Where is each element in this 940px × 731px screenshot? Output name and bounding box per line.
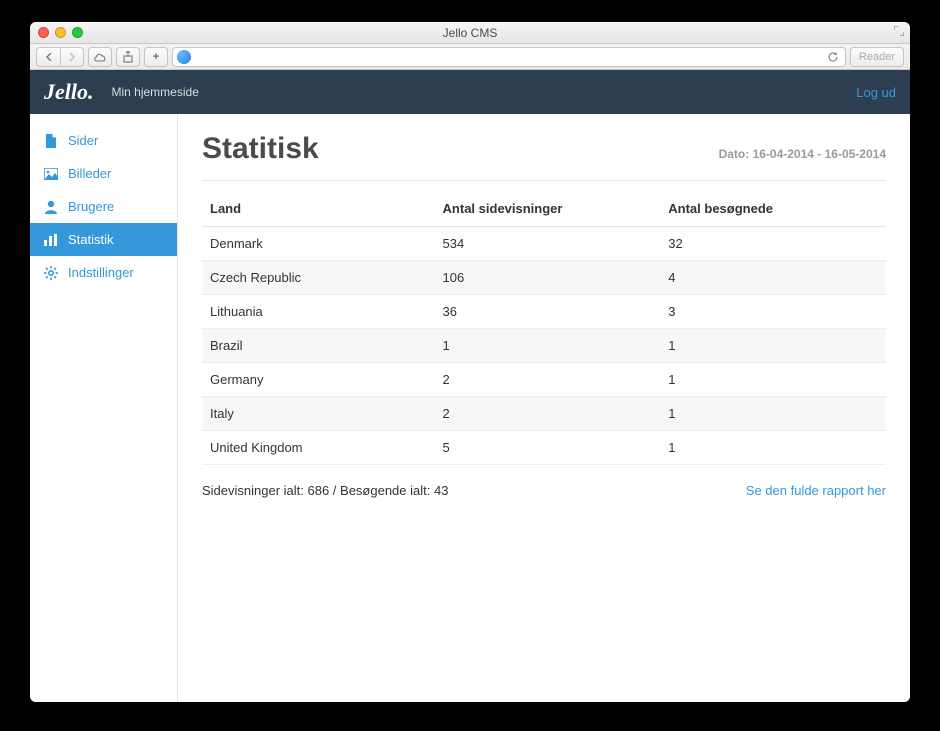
cell-country: Czech Republic bbox=[202, 261, 435, 295]
cell-page_views: 2 bbox=[435, 397, 661, 431]
page-icon bbox=[44, 134, 58, 148]
app-header: Jello. Min hjemmeside Log ud bbox=[30, 70, 910, 114]
window-titlebar: Jello CMS bbox=[30, 22, 910, 44]
cell-visitors: 1 bbox=[660, 397, 886, 431]
cell-country: Lithuania bbox=[202, 295, 435, 329]
user-icon bbox=[44, 200, 58, 214]
back-button[interactable] bbox=[36, 47, 60, 67]
page-title: Statitisk bbox=[202, 132, 319, 166]
sidebar-item-label: Billeder bbox=[68, 166, 111, 181]
browser-toolbar: + Reader bbox=[30, 44, 910, 70]
traffic-lights bbox=[30, 27, 83, 38]
cell-country: Brazil bbox=[202, 329, 435, 363]
cell-page_views: 2 bbox=[435, 363, 661, 397]
table-row: Brazil11 bbox=[202, 329, 886, 363]
cell-country: United Kingdom bbox=[202, 431, 435, 465]
cell-visitors: 1 bbox=[660, 329, 886, 363]
share-button[interactable] bbox=[116, 47, 140, 67]
cell-page_views: 534 bbox=[435, 227, 661, 261]
nav-group bbox=[36, 47, 84, 67]
table-row: Germany21 bbox=[202, 363, 886, 397]
sidebar-item-billeder[interactable]: Billeder bbox=[30, 157, 177, 190]
add-button[interactable]: + bbox=[144, 47, 168, 67]
main-content: Statitisk Dato: 16-04-2014 - 16-05-2014 … bbox=[178, 114, 910, 702]
url-input[interactable] bbox=[195, 50, 823, 64]
cell-visitors: 1 bbox=[660, 431, 886, 465]
globe-icon bbox=[177, 50, 191, 64]
app-frame: Jello. Min hjemmeside Log ud Sider Billed… bbox=[30, 70, 910, 702]
logout-link[interactable]: Log ud bbox=[856, 85, 896, 100]
table-row: Denmark53432 bbox=[202, 227, 886, 261]
cell-country: Denmark bbox=[202, 227, 435, 261]
sidebar-item-brugere[interactable]: Brugere bbox=[30, 190, 177, 223]
sidebar-item-label: Statistik bbox=[68, 232, 114, 247]
sidebar-item-label: Indstillinger bbox=[68, 265, 134, 280]
cell-visitors: 4 bbox=[660, 261, 886, 295]
cell-visitors: 32 bbox=[660, 227, 886, 261]
table-row: Czech Republic1064 bbox=[202, 261, 886, 295]
cell-page_views: 1 bbox=[435, 329, 661, 363]
sidebar: Sider Billeder Brugere Statistik Indstilling… bbox=[30, 114, 178, 702]
cell-country: Germany bbox=[202, 363, 435, 397]
site-name: Min hjemmeside bbox=[112, 85, 199, 99]
table-row: Italy21 bbox=[202, 397, 886, 431]
window-title: Jello CMS bbox=[30, 26, 910, 40]
sidebar-item-label: Brugere bbox=[68, 199, 114, 214]
sidebar-item-indstillinger[interactable]: Indstillinger bbox=[30, 256, 177, 289]
col-page-views: Antal sidevisninger bbox=[435, 191, 661, 227]
sidebar-item-sider[interactable]: Sider bbox=[30, 124, 177, 157]
col-country: Land bbox=[202, 191, 435, 227]
app-body: Sider Billeder Brugere Statistik Indstilling… bbox=[30, 114, 910, 702]
gear-icon bbox=[44, 266, 58, 280]
sidebar-item-statistik[interactable]: Statistik bbox=[30, 223, 177, 256]
totals-text: Sidevisninger ialt: 686 / Besøgende ialt… bbox=[202, 483, 448, 498]
cell-page_views: 5 bbox=[435, 431, 661, 465]
browser-window: Jello CMS + Reader bbox=[30, 22, 910, 702]
date-range: Dato: 16-04-2014 - 16-05-2014 bbox=[719, 147, 886, 161]
table-row: Lithuania363 bbox=[202, 295, 886, 329]
image-icon bbox=[44, 167, 58, 181]
main-header: Statitisk Dato: 16-04-2014 - 16-05-2014 bbox=[202, 132, 886, 181]
reader-button-label: Reader bbox=[859, 51, 895, 63]
sidebar-item-label: Sider bbox=[68, 133, 98, 148]
reload-icon[interactable] bbox=[827, 51, 841, 63]
bars-icon bbox=[44, 233, 58, 247]
reader-button[interactable]: Reader bbox=[850, 47, 904, 67]
logo[interactable]: Jello. bbox=[44, 79, 94, 105]
zoom-window-button[interactable] bbox=[72, 27, 83, 38]
main-footer: Sidevisninger ialt: 686 / Besøgende ialt… bbox=[202, 483, 886, 498]
table-row: United Kingdom51 bbox=[202, 431, 886, 465]
cell-country: Italy bbox=[202, 397, 435, 431]
col-visitors: Antal besøgnede bbox=[660, 191, 886, 227]
cell-visitors: 1 bbox=[660, 363, 886, 397]
stats-table: Land Antal sidevisninger Antal besøgnede… bbox=[202, 191, 886, 465]
minimize-window-button[interactable] bbox=[55, 27, 66, 38]
icloud-button[interactable] bbox=[88, 47, 112, 67]
cell-page_views: 106 bbox=[435, 261, 661, 295]
close-window-button[interactable] bbox=[38, 27, 49, 38]
fullscreen-icon[interactable] bbox=[894, 26, 904, 36]
full-report-link[interactable]: Se den fulde rapport her bbox=[746, 483, 886, 498]
forward-button[interactable] bbox=[60, 47, 84, 67]
address-bar[interactable] bbox=[172, 47, 846, 67]
cell-page_views: 36 bbox=[435, 295, 661, 329]
cell-visitors: 3 bbox=[660, 295, 886, 329]
